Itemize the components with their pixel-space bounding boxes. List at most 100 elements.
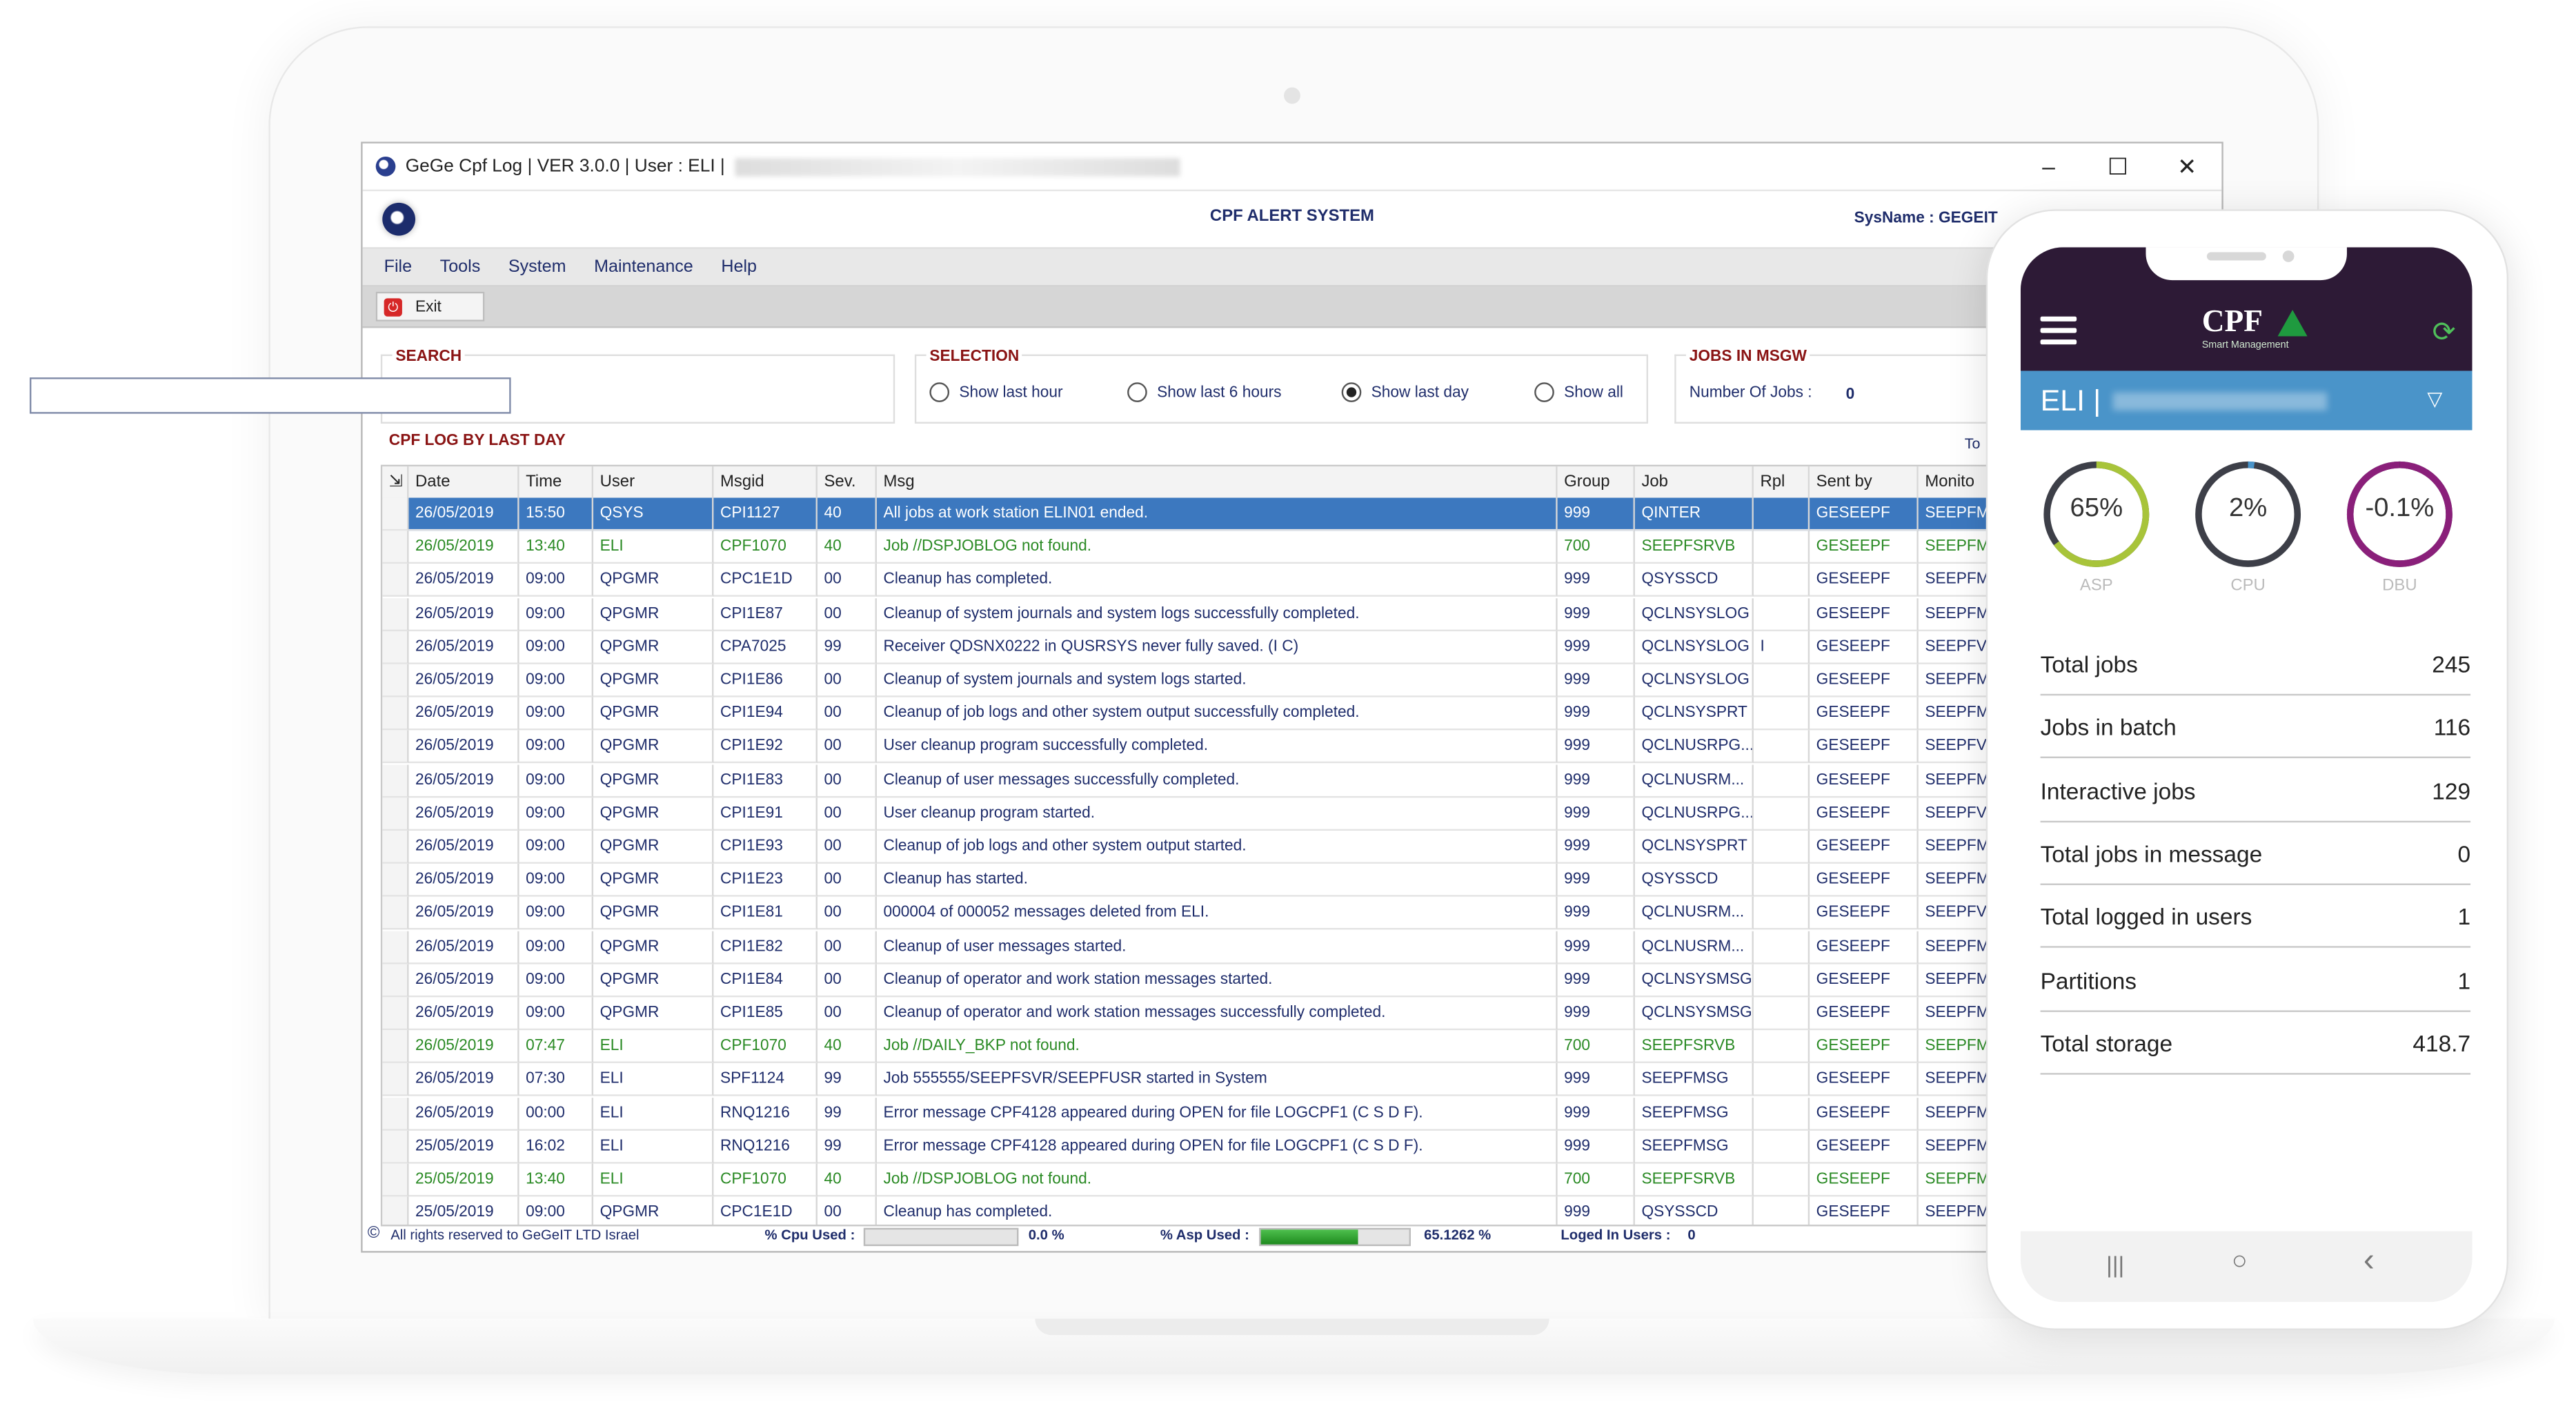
stat-label: Total jobs: [2040, 651, 2138, 678]
table-row[interactable]: 26/05/2019 07:47 ELI CPF1070 40 Job //DAILY_B…: [382, 1030, 1998, 1064]
table-row[interactable]: 26/05/2019 00:00 ELI RNQ1216 99 Error message…: [382, 1097, 1998, 1130]
cell-time: 09:00: [519, 764, 594, 798]
table-row[interactable]: 26/05/2019 09:00 QPGMR CPA7025 99 Receiver QD…: [382, 631, 1998, 664]
table-row[interactable]: 26/05/2019 09:00 QPGMR CPI1E87 00 Cleanup of …: [382, 597, 1998, 631]
column-header-sev[interactable]: Sev.: [817, 466, 877, 500]
column-header-rpl[interactable]: Rpl: [1753, 466, 1810, 500]
column-header-msg[interactable]: Msg: [876, 466, 1558, 500]
cell-user: QPGMR: [593, 564, 714, 597]
row-selector[interactable]: [382, 964, 409, 997]
row-selector[interactable]: [382, 897, 409, 931]
table-row[interactable]: 26/05/2019 09:00 QPGMR CPI1E93 00 Cleanup of …: [382, 831, 1998, 864]
cell-date: 26/05/2019: [408, 964, 519, 997]
back-icon[interactable]: ‹: [2364, 1243, 2375, 1280]
row-selector[interactable]: [382, 831, 409, 864]
dropdown-triangle-icon[interactable]: ▽: [2427, 387, 2442, 410]
row-selector[interactable]: [382, 497, 409, 531]
cell-sev: 00: [817, 597, 877, 631]
row-selector[interactable]: [382, 1196, 409, 1225]
table-row[interactable]: 25/05/2019 09:00 QPGMR CPC1E1D 00 Cleanup has…: [382, 1196, 1997, 1225]
table-row[interactable]: 26/05/2019 09:00 QPGMR CPI1E84 00 Cleanup of …: [382, 964, 1998, 997]
column-header-user[interactable]: User: [593, 466, 714, 500]
phone-screen: CPF Smart Management ⟳ ELI | ▽ 65% ASP 2% C…: [2020, 247, 2473, 1303]
row-selector[interactable]: [382, 1063, 409, 1097]
row-selector[interactable]: [382, 764, 409, 798]
row-selector[interactable]: [382, 997, 409, 1031]
cell-msg: Job //DSPJOBLOG not found.: [876, 1163, 1558, 1197]
table-row[interactable]: 26/05/2019 09:00 QPGMR CPC1E1D 00 Cleanup has…: [382, 564, 1998, 597]
row-selector[interactable]: [382, 697, 409, 731]
menu-maintenance[interactable]: Maintenance: [594, 257, 693, 277]
row-selector[interactable]: [382, 864, 409, 898]
table-row[interactable]: 25/05/2019 13:40 ELI CPF1070 40 Job //DSPJOBL…: [382, 1163, 1998, 1197]
maximize-button[interactable]: ☐: [2083, 144, 2152, 190]
row-selector[interactable]: [382, 564, 409, 597]
table-row[interactable]: 26/05/2019 09:00 QPGMR CPI1E85 00 Cleanup of …: [382, 997, 1998, 1031]
cell-job: QCLNSYSPRT: [1634, 697, 1754, 731]
row-selector[interactable]: [382, 797, 409, 831]
table-row[interactable]: 26/05/2019 09:00 QPGMR CPI1E81 00 000004 of 0…: [382, 897, 1998, 931]
close-button[interactable]: ✕: [2152, 144, 2221, 190]
search-input[interactable]: [30, 377, 511, 414]
radio-last-day[interactable]: Show last day: [1341, 382, 1469, 402]
table-row[interactable]: 26/05/2019 09:00 QPGMR CPI1E86 00 Cleanup of …: [382, 664, 1998, 698]
row-selector[interactable]: [382, 930, 409, 964]
column-header-group[interactable]: Group: [1557, 466, 1635, 500]
recent-apps-icon[interactable]: |||: [2106, 1251, 2124, 1277]
row-selector[interactable]: [382, 631, 409, 664]
table-row[interactable]: 26/05/2019 09:00 QPGMR CPI1E83 00 Cleanup of …: [382, 764, 1998, 798]
stat-label: Total storage: [2040, 1029, 2173, 1056]
column-header-job[interactable]: Job: [1634, 466, 1754, 500]
cell-date: 26/05/2019: [408, 697, 519, 731]
cell-date: 25/05/2019: [408, 1163, 519, 1197]
column-header-time[interactable]: Time: [519, 466, 594, 500]
row-selector[interactable]: [382, 731, 409, 764]
menu-system[interactable]: System: [508, 257, 566, 277]
table-row[interactable]: 26/05/2019 09:00 QPGMR CPI1E82 00 Cleanup of …: [382, 930, 1998, 964]
menu-help[interactable]: Help: [721, 257, 757, 277]
cell-job: QCLNUSRM...: [1634, 764, 1754, 798]
exit-button[interactable]: ⏻ Exit: [375, 291, 485, 322]
asp-label: % Asp Used :: [1160, 1226, 1249, 1243]
table-row[interactable]: 26/05/2019 13:40 ELI CPF1070 40 Job //DSPJOBL…: [382, 531, 1998, 564]
refresh-icon[interactable]: ⟳: [2433, 317, 2456, 350]
row-selector[interactable]: [382, 597, 409, 631]
hamburger-menu-icon[interactable]: [2040, 316, 2077, 351]
home-icon[interactable]: ○: [2232, 1247, 2248, 1277]
column-header-date[interactable]: Date: [408, 466, 519, 500]
table-row[interactable]: 26/05/2019 09:00 QPGMR CPI1E94 00 Cleanup of …: [382, 697, 1998, 731]
column-header-msgid[interactable]: Msgid: [713, 466, 818, 500]
row-selector[interactable]: [382, 1163, 409, 1197]
stat-value: 129: [2432, 777, 2471, 804]
cell-group: 999: [1557, 597, 1635, 631]
menu-tools[interactable]: Tools: [440, 257, 481, 277]
row-selector[interactable]: [382, 1130, 409, 1164]
gauge-value: -0.1%: [2365, 494, 2435, 523]
row-selector[interactable]: [382, 664, 409, 698]
row-selector[interactable]: [382, 531, 409, 564]
stat-row: Total storage 418.7: [2040, 1010, 2471, 1075]
cell-rpl: [1753, 764, 1810, 798]
table-row[interactable]: 26/05/2019 09:00 QPGMR CPI1E23 00 Cleanup has…: [382, 864, 1998, 898]
table-row[interactable]: 26/05/2019 15:50 QSYS CPI1127 40 All jobs at …: [382, 497, 1998, 531]
radio-last-6-hours[interactable]: Show last 6 hours: [1127, 382, 1281, 402]
radio-show-all[interactable]: Show all: [1534, 382, 1623, 402]
cell-msg: 000004 of 000052 messages deleted from E…: [876, 897, 1558, 931]
menu-file[interactable]: File: [384, 257, 412, 277]
row-selector[interactable]: [382, 1097, 409, 1130]
window-title: GeGe Cpf Log | VER 3.0.0 | User : ELI |: [405, 156, 725, 177]
row-selector[interactable]: [382, 1030, 409, 1064]
radio-last-hour[interactable]: Show last hour: [929, 382, 1063, 402]
stat-value: 245: [2432, 651, 2471, 678]
radio-circle-selected: [1341, 382, 1362, 402]
table-row[interactable]: 25/05/2019 16:02 ELI RNQ1216 99 Error message…: [382, 1130, 1998, 1164]
column-header-sent-by[interactable]: Sent by: [1810, 466, 1919, 500]
export-icon[interactable]: ⇲: [382, 466, 409, 500]
table-row[interactable]: 26/05/2019 09:00 QPGMR CPI1E92 00 User cleanu…: [382, 731, 1998, 764]
table-row[interactable]: 26/05/2019 09:00 QPGMR CPI1E91 00 User cleanu…: [382, 797, 1998, 831]
table-row[interactable]: 26/05/2019 07:30 ELI SPF1124 99 Job 555555/SE…: [382, 1063, 1998, 1097]
power-icon: ⏻: [384, 297, 402, 316]
cell-msgid: CPI1E23: [713, 864, 818, 898]
minimize-button[interactable]: –: [2014, 144, 2083, 190]
cell-date: 26/05/2019: [408, 664, 519, 698]
